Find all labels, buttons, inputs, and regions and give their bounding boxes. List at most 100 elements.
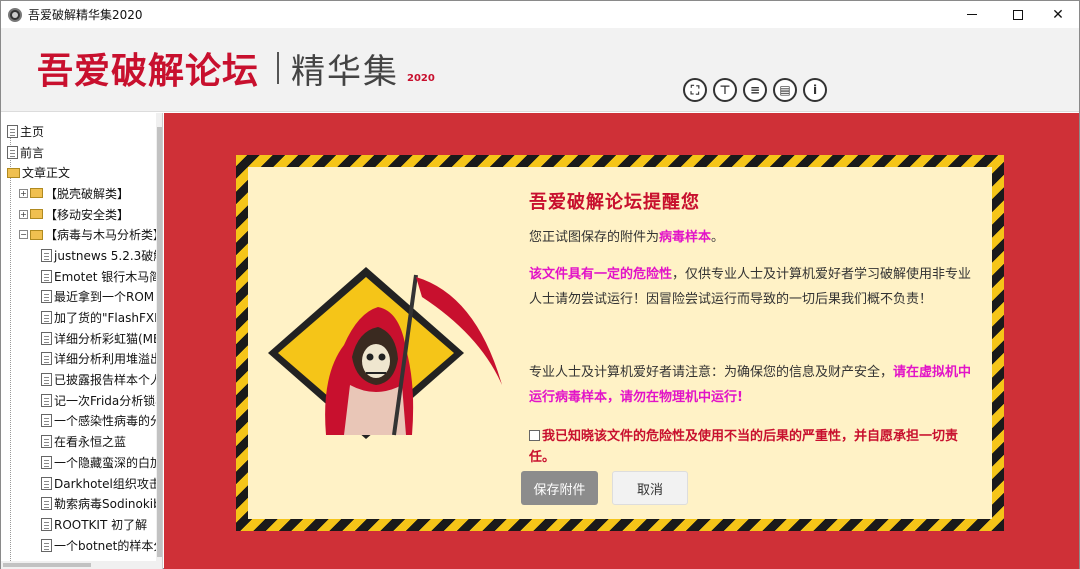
brand-divider [277,52,279,84]
sidebar-item[interactable]: − 【病毒与木马分析类】 [1,224,156,245]
minimize-button[interactable] [949,1,995,28]
grim-reaper-icon [268,267,502,439]
safety-text: 专业人士及计算机爱好者请注意：为确保您的信息及财产安全， [529,365,894,380]
sidebar-item[interactable]: 主页 [1,121,156,142]
expand-icon[interactable]: + [19,188,28,198]
info-icon[interactable]: i [803,78,827,102]
notice-emphasis: 病毒样本 [659,230,712,245]
vertical-scroll-thumb[interactable] [157,127,162,557]
folder-icon [30,209,43,220]
horizontal-scrollbar[interactable] [1,561,156,569]
hazard-stripe-frame: 吾爱破解论坛提醒您 您正试图保存的附件为病毒样本。 该文件具有一定的危险性，仅供… [236,155,1004,531]
sidebar-item[interactable]: 最近拿到一个ROM [1,287,156,308]
sidebar-item-label: 加了货的"FlashFXP" [54,311,156,326]
folder-open-icon [30,229,43,240]
expand-icon[interactable]: + [19,209,28,219]
sidebar-item[interactable]: + 【脱壳破解类】 [1,183,156,204]
page-icon [7,124,18,138]
fullscreen-icon[interactable]: ⛶ [683,78,707,102]
sidebar-item[interactable]: 文章正文 [1,162,156,183]
sidebar-item-label: 最近拿到一个ROM [54,290,155,305]
sidebar-item-label: 一个隐藏蛮深的白加黑 [54,455,156,470]
sidebar-item-label: 已披露报告样本个人分析 [54,373,156,388]
sidebar-item-label: 记一次Frida分析锁机 [54,393,156,408]
sidebar-item-label: ROOTKIT 初了解 [54,517,148,532]
sidebar-item[interactable]: 一个botnet的样本分析 [1,535,156,556]
sidebar-item-label: 详细分析彩虹猫(MEMZ) [54,331,156,346]
sidebar-item[interactable]: 详细分析利用堆溢出 [1,349,156,370]
sidebar-item[interactable]: ROOTKIT 初了解 [1,514,156,535]
sidebar-item-label: 一个botnet的样本分析 [54,538,156,553]
sidebar-item-label: 前言 [20,145,45,160]
horizontal-scroll-thumb[interactable] [3,563,91,567]
sidebar-tree: 主页前言文章正文 + 【脱壳破解类】 + 【移动安全类】 − 【病毒与木马分析类】 justn… [1,113,163,569]
page-icon [41,476,52,490]
sidebar-item[interactable]: Darkhotel组织攻击样本 [1,473,156,494]
brand-year: 2020 [407,73,435,84]
sidebar-item[interactable]: 已披露报告样本个人分析 [1,369,156,390]
dialog-title: 吾爱破解论坛提醒您 [529,192,700,213]
page-icon [41,414,52,428]
notice-suffix: 。 [711,230,725,245]
page-icon [7,145,18,159]
consent-label: 我已知晓该文件的危险性及使用不当的后果的严重性，并自愿承担一切责任。 [529,429,959,465]
folder-open-icon [7,167,20,178]
close-button[interactable]: ✕ [1035,1,1080,28]
app-window: 吾爱破解精华集2020 ✕ 吾爱破解论坛 精华集 2020 ⛶ ⊤ ≡ ▤ i … [0,0,1080,569]
attachment-notice: 您正试图保存的附件为病毒样本。 [529,225,979,250]
consent-checkbox[interactable] [529,430,540,441]
page-icon [41,497,52,511]
page-icon [41,538,52,552]
page-icon [41,435,52,449]
sidebar-item-label: Emotet 银行木马简析 [54,269,156,284]
title-bar: 吾爱破解精华集2020 ✕ [1,1,1079,28]
toolbar: ⛶ ⊤ ≡ ▤ i [683,78,827,102]
page-icon [41,352,52,366]
notice-prefix: 您正试图保存的附件为 [529,230,660,245]
sidebar-item[interactable]: 记一次Frida分析锁机 [1,390,156,411]
sidebar-item[interactable]: 详细分析彩虹猫(MEMZ) [1,328,156,349]
cancel-button[interactable]: 取消 [612,471,688,505]
sidebar-item[interactable]: 勒索病毒Sodinokibi分析 [1,493,156,514]
sidebar-item-label: 文章正文 [22,166,71,181]
page-icon [41,269,52,283]
page-icon [41,248,52,262]
page-icon [41,517,52,531]
danger-emphasis: 该文件具有一定的危险性 [529,267,673,282]
sidebar-item-label: 勒索病毒Sodinokibi分析 [54,497,156,512]
sidebar-item-label: 【脱壳破解类】 [45,186,130,201]
sidebar-item[interactable]: Emotet 银行木马简析 [1,266,156,287]
content-area: 吾爱破解论坛提醒您 您正试图保存的附件为病毒样本。 该文件具有一定的危险性，仅供… [164,113,1079,569]
sidebar-item-label: 详细分析利用堆溢出 [54,352,156,367]
sidebar-item[interactable]: 一个隐藏蛮深的白加黑 [1,452,156,473]
print-icon[interactable]: ▤ [773,78,797,102]
sidebar-item-label: Darkhotel组织攻击样本 [54,476,156,491]
tree-view: 主页前言文章正文 + 【脱壳破解类】 + 【移动安全类】 − 【病毒与木马分析类】 justn… [1,121,156,555]
sidebar-item-label: justnews 5.2.3破解版 [54,248,156,263]
menu-icon[interactable]: ≡ [743,78,767,102]
brand-logo-text: 吾爱破解论坛 [37,50,260,92]
page-icon [41,331,52,345]
sidebar-item[interactable]: 在看永恒之蓝 [1,431,156,452]
sidebar-item-label: 一个感染性病毒的分析 [54,414,156,429]
sidebar-item[interactable]: 一个感染性病毒的分析 [1,411,156,432]
sidebar-item[interactable]: 加了货的"FlashFXP" [1,307,156,328]
safety-notice: 专业人士及计算机爱好者请注意：为确保您的信息及财产安全，请在虚拟机中运行病毒样本… [529,360,979,410]
sidebar-item[interactable]: 前言 [1,142,156,163]
minimize-icon [967,14,977,15]
sidebar-item[interactable]: + 【移动安全类】 [1,204,156,225]
header-banner: 吾爱破解论坛 精华集 2020 ⛶ ⊤ ≡ ▤ i [1,28,1079,112]
sidebar-item[interactable]: justnews 5.2.3破解版 [1,245,156,266]
page-icon [41,373,52,387]
brand-subtitle: 精华集 [291,52,399,92]
close-icon: ✕ [1052,6,1064,23]
page-icon [41,393,52,407]
consent-checkbox-row[interactable]: 我已知晓该文件的危险性及使用不当的后果的严重性，并自愿承担一切责任。 [529,426,979,468]
collapse-icon[interactable]: − [19,230,28,240]
header-icon[interactable]: ⊤ [713,78,737,102]
page-icon [41,311,52,325]
sidebar-item-label: 主页 [20,124,45,139]
vertical-scrollbar[interactable] [156,113,162,569]
save-attachment-button[interactable]: 保存附件 [521,471,598,505]
page-icon [41,290,52,304]
